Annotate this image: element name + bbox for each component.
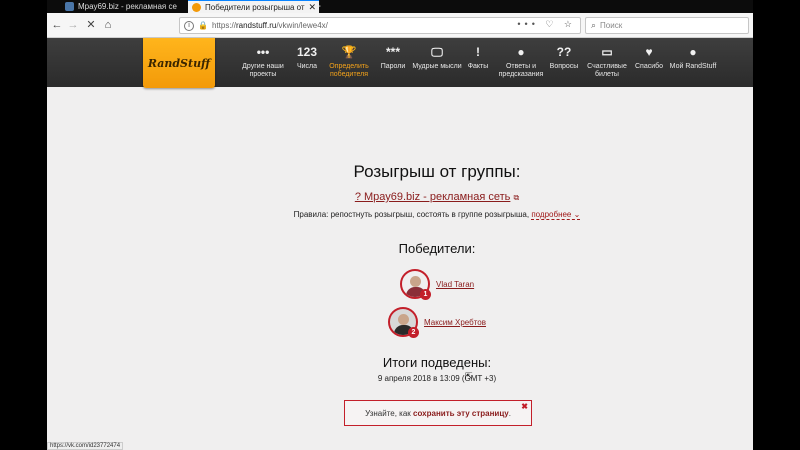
results-title: Итоги подведены: (382, 355, 492, 370)
new-tab-button[interactable]: + (314, 0, 321, 13)
search-placeholder: Поиск (600, 21, 623, 30)
menu-item-label: Спасибо (634, 63, 664, 70)
navigation-bar: ← → ✕ ⌂ i 🔒 https://randstuff.ru/vkwin/l… (47, 13, 753, 38)
main-content: Розыгрыш от группы: ? Мрау69.biz - рекла… (47, 87, 753, 450)
vk-icon (65, 2, 74, 11)
rules-more-link[interactable]: подробнее ⌄ (531, 210, 581, 220)
browser-window: Мрау69.biz - рекламная се ✕ Победители р… (47, 0, 753, 450)
group-link-text[interactable]: ? Мрау69.biz - рекламная сеть (355, 191, 511, 203)
url-text[interactable]: https://randstuff.ru/vkwin/lewe4x/ (212, 21, 328, 30)
tab-bar: Мрау69.biz - рекламная се ✕ Победители р… (47, 0, 753, 13)
lock-icon[interactable]: 🔒 (198, 21, 208, 30)
menu-item[interactable]: ● Мой RandStuff (668, 43, 718, 71)
menu-item[interactable]: ♥ Спасибо (624, 43, 674, 71)
site-logo[interactable]: RandStuff (143, 38, 215, 88)
close-icon[interactable]: ✖ (521, 402, 528, 411)
back-icon[interactable]: ← (49, 17, 65, 33)
trophy-icon: 🏆 (341, 45, 357, 59)
site-header: RandStuff ••• Другие наши проекты 123 Числа… (47, 38, 753, 88)
menu-item[interactable]: *** Пароли (368, 43, 418, 71)
heart-icon: ♥ (645, 45, 653, 59)
home-icon[interactable]: ⌂ (100, 17, 116, 33)
winner-name[interactable]: Vlad Taran (436, 280, 474, 289)
tab-label: Мрау69.biz - рекламная се (78, 2, 177, 11)
mouse-cursor-icon: ⇱ (465, 371, 473, 381)
forward-icon[interactable]: → (65, 17, 81, 33)
menu-item[interactable]: ••• Другие наши проекты (238, 43, 288, 79)
winner-name[interactable]: Максим Хребтов (424, 318, 486, 327)
menu-item-label: Определить победителя (329, 63, 369, 78)
save-page-link[interactable]: сохранить эту страницу (413, 409, 509, 418)
tab-vk[interactable]: Мрау69.biz - рекламная се ✕ (61, 0, 201, 13)
menu-item-label: Другие наши проекты (242, 63, 284, 78)
results-date: 9 апреля 2018 в 13:09 (GMT +3) (377, 374, 497, 383)
winners-title: Победители: (398, 241, 476, 256)
rules-text: Правила: репостнуть розыгрыш, состоять в… (293, 210, 581, 220)
randstuff-icon (192, 2, 201, 12)
rank-badge: 2 (408, 327, 419, 338)
menu-item-label: Мой RandStuff (669, 63, 717, 70)
winner-item[interactable]: 2 Максим Хребтов (388, 307, 486, 338)
more-icon: ••• (256, 45, 270, 59)
stop-icon[interactable]: ✕ (83, 17, 99, 33)
page-actions-icon[interactable]: ••• ♡ ☆ (517, 19, 576, 30)
info-icon[interactable]: i (184, 20, 194, 31)
user-icon: ● (689, 45, 697, 59)
menu-item[interactable]: 🏆 Определить победителя (324, 43, 374, 79)
menu-item-label: Пароли (380, 63, 406, 70)
search-icon: ⌕ (591, 20, 597, 30)
tab-label: Победители розыгрыша от гр (205, 2, 306, 12)
address-bar[interactable]: i 🔒 https://randstuff.ru/vkwin/lewe4x/ •… (179, 17, 581, 34)
search-input[interactable]: ⌕ Поиск (585, 17, 749, 34)
winner-item[interactable]: 1 Vlad Taran (400, 269, 474, 300)
password-icon: *** (385, 45, 400, 59)
external-link-icon: ⧉ (513, 193, 520, 202)
status-url: https://vk.com/id23772474 (47, 442, 124, 450)
chevron-down-icon: ⌄ (573, 210, 581, 219)
save-page-notice: Узнайте, как сохранить эту страницу. ✖ (344, 400, 532, 426)
tab-randstuff[interactable]: Победители розыгрыша от гр ✕ (188, 0, 319, 13)
group-link[interactable]: ? Мрау69.biz - рекламная сеть ⧉ (47, 191, 753, 203)
rank-badge: 1 (420, 289, 431, 300)
page-title: Розыгрыш от группы: (353, 162, 521, 181)
